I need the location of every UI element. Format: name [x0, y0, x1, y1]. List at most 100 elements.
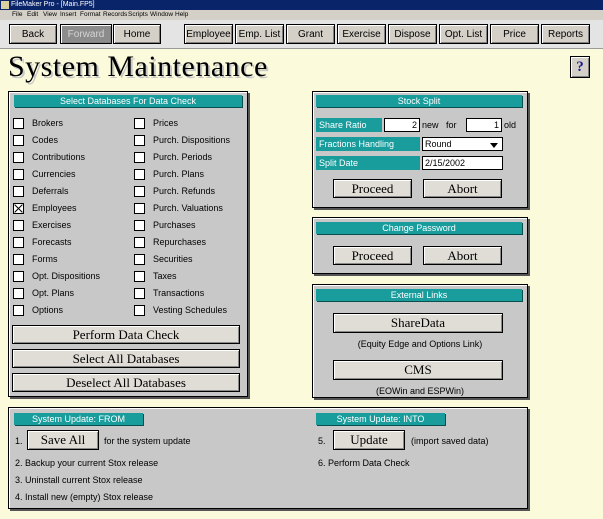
checkbox-currencies[interactable] [13, 169, 24, 180]
split-date-field[interactable]: 2/15/2002 [422, 156, 503, 170]
stock-split-header: Stock Split [316, 95, 522, 107]
checkbox-brokers[interactable] [13, 118, 24, 129]
cms-description: (EOWin and ESPWin) [375, 386, 465, 396]
step-2-text: 2. Backup your current Stox release [15, 458, 159, 468]
checkbox-label-employees: Employees [32, 203, 77, 213]
save-all-button[interactable]: Save All [27, 430, 99, 450]
split-abort-button[interactable]: Abort [423, 179, 502, 198]
menu-window[interactable]: Window [150, 10, 173, 20]
menu-view[interactable]: View [43, 10, 57, 20]
exercise-button[interactable]: Exercise [337, 24, 386, 44]
step-1-number: 1. [15, 436, 23, 446]
checkbox-label-brokers: Brokers [32, 118, 64, 128]
external-links-header: External Links [316, 289, 522, 301]
checkbox-purch-plans[interactable] [134, 169, 145, 180]
checkbox-label-prices: Prices [153, 118, 179, 128]
deselect-all-databases-button[interactable]: Deselect All Databases [12, 373, 240, 392]
checkbox-purchases[interactable] [134, 220, 145, 231]
opt-list-button[interactable]: Opt. List [439, 24, 488, 44]
checkbox-contributions[interactable] [13, 152, 24, 163]
page-title: System Maintenance [8, 50, 268, 83]
checkbox-label-securities: Securities [153, 254, 193, 264]
menu-records[interactable]: Records [103, 10, 127, 20]
ratio-new-field[interactable]: 2 [384, 118, 420, 132]
home-button[interactable]: Home [113, 24, 161, 44]
help-button[interactable]: ? [570, 56, 590, 78]
step-3-text: 3. Uninstall current Stox release [15, 475, 143, 485]
fractions-handling-label: Fractions Handling [316, 137, 420, 151]
fractions-handling-value: Round [425, 139, 452, 149]
checkbox-purch-refunds[interactable] [134, 186, 145, 197]
step-6-text: 6. Perform Data Check [318, 458, 410, 468]
checkbox-prices[interactable] [134, 118, 145, 129]
reports-button[interactable]: Reports [541, 24, 590, 44]
sharedata-description: (Equity Edge and Options Link) [357, 339, 483, 349]
checkbox-repurchases[interactable] [134, 237, 145, 248]
checkbox-options[interactable] [13, 305, 24, 316]
menu-insert[interactable]: Insert [60, 10, 76, 20]
sharedata-button[interactable]: ShareData [333, 313, 503, 333]
fractions-handling-select[interactable]: Round [422, 137, 503, 151]
split-proceed-button[interactable]: Proceed [333, 179, 412, 198]
checkbox-transactions[interactable] [134, 288, 145, 299]
password-abort-button[interactable]: Abort [423, 246, 502, 265]
checkbox-opt-dispositions[interactable] [13, 271, 24, 282]
checkbox-opt-plans[interactable] [13, 288, 24, 299]
checkbox-label-purch-dispositions: Purch. Dispositions [153, 135, 231, 145]
menu-file[interactable]: File [12, 10, 22, 20]
system-update-from-header: System Update: FROM [14, 413, 143, 425]
forward-button[interactable]: Forward [60, 24, 112, 44]
grant-button[interactable]: Grant [286, 24, 335, 44]
checkbox-label-opt-dispositions: Opt. Dispositions [32, 271, 101, 281]
navigation-bar: Back Forward Home Employee Emp. List Gra… [0, 20, 603, 49]
checkbox-label-contributions: Contributions [32, 152, 86, 162]
checkbox-label-codes: Codes [32, 135, 59, 145]
window-title: FileMaker Pro - [Main.FP5] [11, 1, 95, 8]
price-button[interactable]: Price [490, 24, 539, 44]
change-password-header: Change Password [316, 222, 522, 234]
checkbox-codes[interactable] [13, 135, 24, 146]
step-1-text: for the system update [104, 436, 191, 446]
checkbox-label-options: Options [32, 305, 64, 315]
checkbox-securities[interactable] [134, 254, 145, 265]
ratio-old-text: old [504, 120, 517, 130]
checkbox-forecasts[interactable] [13, 237, 24, 248]
checkbox-label-exercises: Exercises [32, 220, 72, 230]
menu-format[interactable]: Format [80, 10, 101, 20]
update-button[interactable]: Update [333, 430, 405, 450]
select-all-databases-button[interactable]: Select All Databases [12, 349, 240, 368]
checkbox-label-purch-plans: Purch. Plans [153, 169, 205, 179]
checkbox-label-taxes: Taxes [153, 271, 177, 281]
checkbox-label-transactions: Transactions [153, 288, 205, 298]
dispose-button[interactable]: Dispose [388, 24, 437, 44]
checkbox-employees[interactable] [13, 203, 24, 214]
menu-bar: File Edit View Insert Format Records Scr… [0, 10, 603, 20]
employee-button[interactable]: Employee [184, 24, 233, 44]
cms-button[interactable]: CMS [333, 360, 503, 380]
checkbox-purch-periods[interactable] [134, 152, 145, 163]
checkbox-label-purch-periods: Purch. Periods [153, 152, 213, 162]
menu-edit[interactable]: Edit [27, 10, 38, 20]
menu-scripts[interactable]: Scripts [128, 10, 148, 20]
system-update-into-header: System Update: INTO [316, 413, 445, 425]
checkbox-exercises[interactable] [13, 220, 24, 231]
checkbox-purch-dispositions[interactable] [134, 135, 145, 146]
checkbox-label-forecasts: Forecasts [32, 237, 72, 247]
checkbox-label-repurchases: Repurchases [153, 237, 207, 247]
window-title-bar: FileMaker Pro - [Main.FP5] [0, 0, 603, 10]
password-proceed-button[interactable]: Proceed [333, 246, 412, 265]
dropdown-arrow-icon [490, 143, 498, 148]
back-button[interactable]: Back [9, 24, 57, 44]
checkbox-taxes[interactable] [134, 271, 145, 282]
checkbox-purch-valuations[interactable] [134, 203, 145, 214]
ratio-old-field[interactable]: 1 [466, 118, 502, 132]
checkbox-deferrals[interactable] [13, 186, 24, 197]
perform-data-check-button[interactable]: Perform Data Check [12, 325, 240, 344]
menu-help[interactable]: Help [175, 10, 188, 20]
checkbox-vesting-schedules[interactable] [134, 305, 145, 316]
checkbox-label-deferrals: Deferrals [32, 186, 69, 196]
checkbox-forms[interactable] [13, 254, 24, 265]
filemaker-app-icon [1, 1, 9, 9]
emp-list-button[interactable]: Emp. List [235, 24, 284, 44]
checkbox-label-purch-valuations: Purch. Valuations [153, 203, 223, 213]
